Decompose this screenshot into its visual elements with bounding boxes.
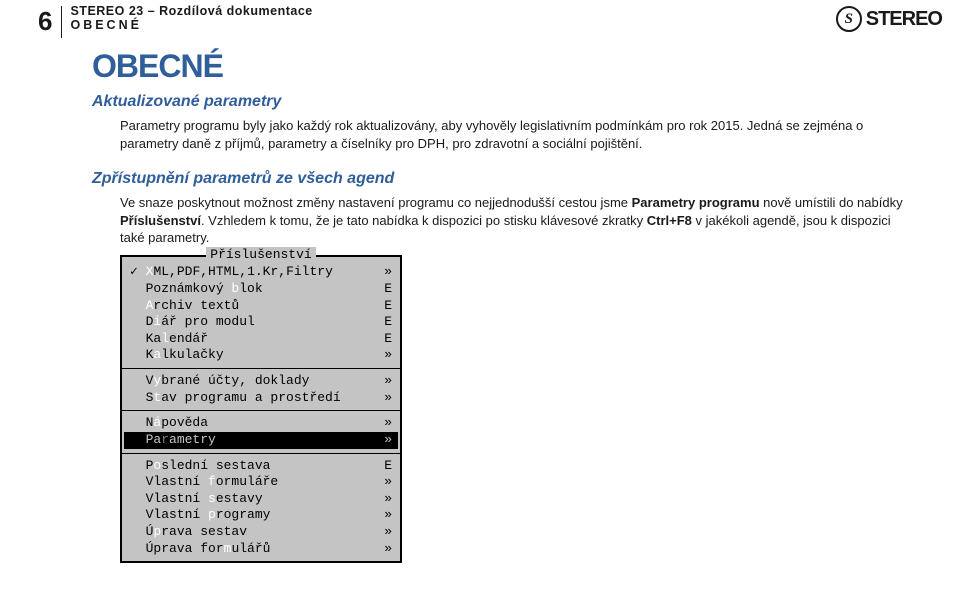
menu-item-label: Stav programu a prostředí	[130, 390, 378, 407]
menu-item-label: Úprava sestav	[130, 524, 378, 541]
menu-item-hint: »	[378, 373, 392, 390]
menu-item-hint: E	[378, 281, 392, 298]
menu-item[interactable]: Vlastní formuláře»	[122, 474, 400, 491]
menu-item[interactable]: Stav programu a prostředí»	[122, 390, 400, 407]
menu-item-hint: E	[378, 298, 392, 315]
menu-item-hint: E	[378, 331, 392, 348]
menu-item-hint: »	[378, 390, 392, 407]
heading-obecne: OBECNÉ	[92, 48, 904, 85]
menu-item-label: Poslední sestava	[130, 458, 378, 475]
menu-item[interactable]: Nápověda»	[122, 415, 400, 432]
menu-item[interactable]: KalendářE	[122, 331, 400, 348]
logo-circle-icon: S	[836, 6, 862, 32]
menu-item[interactable]: Vybrané účty, doklady»	[122, 373, 400, 390]
menu-item-label: ✓ XML,PDF,HTML,1.Kr,Filtry	[130, 264, 378, 281]
menu-item-hint: »	[378, 491, 392, 508]
stereo-logo: S STEREO	[836, 6, 942, 32]
menu-item-hint: »	[378, 474, 392, 491]
menu-item-hint: »	[378, 347, 392, 364]
heading-zpristupneni-parametru: Zpřístupnění parametrů ze všech agend	[92, 170, 904, 188]
menu-item-label: Poznámkový blok	[130, 281, 378, 298]
menu-item-label: Vlastní formuláře	[130, 474, 378, 491]
menu-item-label: Archiv textů	[130, 298, 378, 315]
menu-group-2: Vybrané účty, doklady» Stav programu a p…	[122, 373, 400, 406]
header-titles: STEREO 23 – Rozdílová dokumentace OBECNÉ	[70, 4, 312, 33]
menu-group-3: Nápověda» Parametry»	[122, 415, 400, 448]
menu-item-label: Kalkulačky	[130, 347, 378, 364]
menu-item-hint: »	[378, 415, 392, 432]
menu-item[interactable]: Parametry»	[124, 432, 398, 449]
para-aktualizovane-parametry: Parametry programu byly jako každý rok a…	[120, 117, 904, 152]
menu-title: Příslušenství	[206, 247, 315, 264]
header-divider	[61, 6, 62, 38]
menu-item[interactable]: Archiv textůE	[122, 298, 400, 315]
menu-item[interactable]: Poslední sestavaE	[122, 458, 400, 475]
menu-item-hint: »	[378, 507, 392, 524]
menu-item-label: Kalendář	[130, 331, 378, 348]
menu-item-label: Nápověda	[130, 415, 378, 432]
page-number: 6	[38, 6, 51, 37]
menu-item-label: Diář pro modul	[130, 314, 378, 331]
menu-item[interactable]: Kalkulačky»	[122, 347, 400, 364]
menu-item-label: Vlastní programy	[130, 507, 378, 524]
logo-text: STEREO	[866, 8, 942, 31]
menu-divider	[122, 368, 400, 369]
heading-aktualizovane-parametry: Aktualizované parametry	[92, 93, 904, 111]
menu-item-label: Vybrané účty, doklady	[130, 373, 378, 390]
menu-item-hint: »	[378, 432, 392, 449]
menu-item-hint: »	[378, 524, 392, 541]
menu-item[interactable]: Úprava sestav»	[122, 524, 400, 541]
menu-item-hint: E	[378, 314, 392, 331]
menu-item-label: Úprava formulářů	[130, 541, 378, 558]
menu-item-hint: »	[378, 264, 392, 281]
menu-item[interactable]: ✓ XML,PDF,HTML,1.Kr,Filtry»	[122, 264, 400, 281]
document-page: 6 STEREO 23 – Rozdílová dokumentace OBEC…	[0, 0, 960, 589]
menu-item[interactable]: Vlastní sestavy»	[122, 491, 400, 508]
header-line1: STEREO 23 – Rozdílová dokumentace	[70, 4, 312, 18]
menu-item[interactable]: Úprava formulářů»	[122, 541, 400, 558]
menu-item-label: Parametry	[130, 432, 378, 449]
menu-item-hint: E	[378, 458, 392, 475]
prislusenstvi-menu: Příslušenství ✓ XML,PDF,HTML,1.Kr,Filtry…	[120, 255, 402, 564]
header-line2: OBECNÉ	[70, 18, 312, 32]
menu-item[interactable]: Vlastní programy»	[122, 507, 400, 524]
menu-divider	[122, 453, 400, 454]
menu-item[interactable]: Diář pro modulE	[122, 314, 400, 331]
para-zpristupneni-parametru: Ve snaze poskytnout možnost změny nastav…	[120, 194, 904, 247]
menu-item-hint: »	[378, 541, 392, 558]
menu-group-4: Poslední sestavaE Vlastní formuláře» Vla…	[122, 458, 400, 562]
menu-item[interactable]: Poznámkový blokE	[122, 281, 400, 298]
content: OBECNÉ Aktualizované parametry Parametry…	[0, 38, 960, 563]
menu-divider	[122, 410, 400, 411]
menu-group-1: ✓ XML,PDF,HTML,1.Kr,Filtry» Poznámkový b…	[122, 264, 400, 364]
page-header: 6 STEREO 23 – Rozdílová dokumentace OBEC…	[0, 0, 960, 38]
menu-item-label: Vlastní sestavy	[130, 491, 378, 508]
